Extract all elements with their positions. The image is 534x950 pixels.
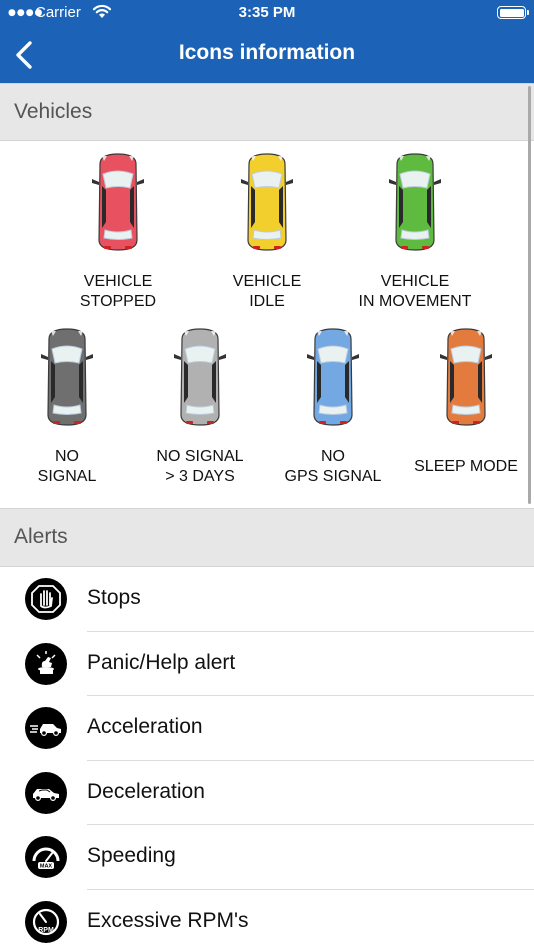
- car-icon: [174, 328, 226, 426]
- alert-label: Speeding: [87, 844, 176, 867]
- page-title: Icons information: [178, 41, 356, 64]
- svg-text:RPM: RPM: [38, 927, 54, 934]
- status-bar: ●●●● Carrier 3:35 PM: [0, 0, 534, 26]
- vehicle-status-label: VEHICLE IN MOVEMENT: [358, 273, 472, 310]
- rpm-gauge-icon: RPM: [25, 900, 67, 943]
- vehicle-status-label: NO SIGNAL: [37, 448, 97, 485]
- vehicle-status-label: NO SIGNAL > 3 DAYS: [156, 448, 244, 485]
- alert-label: Panic/Help alert: [87, 650, 236, 674]
- alert-list-item[interactable]: MAX Speeding: [0, 825, 534, 890]
- vehicle-status-item: VEHICLE IDLE: [192, 152, 342, 310]
- alert-label: Deceleration: [87, 779, 205, 803]
- car-icon: [92, 153, 144, 251]
- svg-text:MAX: MAX: [40, 864, 53, 870]
- vehicle-status-label: NO GPS SIGNAL: [284, 448, 382, 485]
- alerts-header-label: Alerts: [14, 525, 68, 548]
- speedometer-max-icon: MAX: [25, 836, 67, 878]
- vehicle-status-item: VEHICLE IN MOVEMENT: [340, 152, 490, 310]
- car-icon: [241, 153, 293, 251]
- vehicle-status-item: NO SIGNAL: [0, 327, 142, 485]
- car-icon: [389, 153, 441, 251]
- vehicles-section-header: Vehicles: [0, 83, 534, 141]
- vehicle-status-item: NO GPS SIGNAL: [258, 327, 408, 485]
- vehicle-status-item: SLEEP MODE: [391, 327, 534, 475]
- vehicle-status-item: VEHICLE STOPPED: [43, 152, 193, 310]
- scrollbar[interactable]: [528, 86, 531, 504]
- car-icon: [41, 328, 93, 426]
- alert-list-item[interactable]: Panic/Help alert: [0, 632, 534, 696]
- stop-hand-icon: [25, 578, 67, 620]
- alert-label: Stops: [87, 586, 141, 609]
- battery-icon: [497, 6, 529, 19]
- vehicle-status-item: NO SIGNAL > 3 DAYS: [125, 327, 275, 485]
- vehicle-status-label: VEHICLE STOPPED: [79, 273, 157, 310]
- vehicle-status-label: VEHICLE IDLE: [232, 273, 302, 310]
- acceleration-car-icon: [25, 707, 67, 749]
- vehicle-status-label: SLEEP MODE: [414, 458, 518, 475]
- status-time: 3:35 PM: [238, 4, 296, 21]
- deceleration-car-icon: [25, 771, 67, 814]
- top-bar: ●●●● Carrier 3:35 PM Icons information: [0, 0, 534, 83]
- alert-label: Acceleration: [87, 715, 203, 738]
- car-icon: [307, 328, 359, 426]
- alerts-section-header: Alerts: [0, 508, 534, 567]
- alert-label: Excessive RPM's: [87, 908, 249, 932]
- alert-list-item[interactable]: Stops: [0, 567, 534, 632]
- alert-list-item[interactable]: Acceleration: [0, 696, 534, 761]
- panic-button-icon: [25, 642, 67, 685]
- alert-list-item[interactable]: RPM Excessive RPM's: [0, 890, 534, 950]
- navigation-bar: Icons information: [0, 26, 534, 83]
- car-icon: [440, 328, 492, 426]
- vehicles-header-label: Vehicles: [14, 100, 93, 123]
- alert-list-item[interactable]: Deceleration: [0, 761, 534, 825]
